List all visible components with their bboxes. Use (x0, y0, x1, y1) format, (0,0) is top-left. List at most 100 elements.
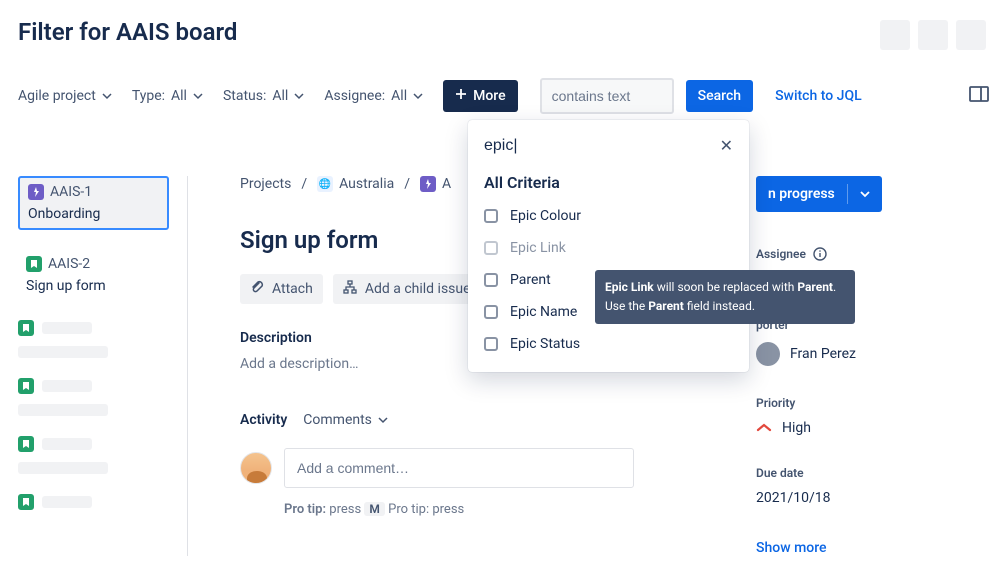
criteria-item-epic-colour[interactable]: Epic Colour (468, 200, 749, 232)
issue-key: AAIS-1 (50, 184, 92, 200)
status-filter[interactable]: Status: All (223, 88, 304, 104)
chevron-down-icon (294, 91, 304, 101)
type-filter-label: Type: (132, 88, 165, 104)
bookmark-icon (18, 320, 34, 336)
criteria-label: Epic Colour (510, 208, 581, 224)
status-dropdown[interactable]: n progress (756, 176, 882, 212)
criteria-label: Parent (510, 272, 551, 288)
assignee-filter-value: All (391, 88, 407, 104)
filter-bar: Agile project Type: All Status: All Assi… (18, 78, 990, 114)
comment-input[interactable] (284, 448, 634, 488)
checkbox-icon (484, 273, 498, 287)
type-filter-value: All (171, 88, 187, 104)
epic-link-tooltip: Epic Link will soon be replaced with Par… (595, 270, 855, 324)
project-filter[interactable]: Agile project (18, 88, 112, 104)
breadcrumb-issue-label: A (442, 176, 451, 192)
placeholder-line (18, 462, 108, 474)
status-filter-label: Status: (223, 88, 266, 104)
status-label: n progress (768, 186, 835, 202)
chevron-down-icon (860, 189, 870, 199)
assignee-filter-label: Assignee: (324, 88, 385, 104)
project-filter-label: Agile project (18, 88, 96, 104)
breadcrumb-issue[interactable]: A (420, 176, 451, 192)
bookmark-icon (18, 436, 34, 452)
placeholder-line (18, 404, 108, 416)
placeholder-line (42, 438, 92, 450)
breadcrumb-projects[interactable]: Projects (240, 176, 291, 192)
more-filter-button[interactable]: More (443, 80, 518, 112)
add-child-button[interactable]: Add a child issue (333, 274, 481, 304)
checkbox-icon (484, 305, 498, 319)
reporter-value[interactable]: Fran Perez (756, 342, 986, 366)
project-avatar-icon: 🌐 (317, 176, 333, 192)
tooltip-bold: Parent (797, 280, 833, 294)
breadcrumb-separator: / (301, 176, 307, 192)
tooltip-text: will soon be replaced with (654, 280, 798, 294)
criteria-item-epic-link[interactable]: Epic Link (468, 232, 749, 264)
criteria-item-epic-status[interactable]: Epic Status (468, 328, 749, 360)
criteria-label: Epic Link (510, 240, 566, 256)
priority-high-icon (756, 420, 772, 436)
sidebar-placeholder-item (18, 436, 169, 474)
more-criteria-dropdown: ✕ All Criteria Epic Colour Epic Link Par… (468, 120, 749, 372)
bookmark-icon (18, 494, 34, 510)
attach-label: Attach (272, 281, 313, 297)
add-child-label: Add a child issue (365, 281, 471, 297)
pro-tip: Pro tip: press M Pro tip: press (284, 502, 710, 517)
switch-to-jql-link[interactable]: Switch to JQL (775, 88, 862, 104)
sidebar-item-aais-2[interactable]: AAIS-2 Sign up form (18, 250, 169, 300)
divider (847, 184, 848, 204)
activity-label: Activity (240, 412, 287, 428)
priority-value[interactable]: High (756, 420, 986, 436)
tooltip-bold: Parent (648, 299, 684, 313)
placeholder-icon (880, 20, 910, 50)
attach-button[interactable]: Attach (240, 274, 323, 304)
checkbox-icon (484, 209, 498, 223)
due-date-value[interactable]: 2021/10/18 (756, 490, 986, 506)
priority-text: High (782, 420, 811, 436)
page-title: Filter for AAIS board (18, 18, 237, 46)
tree-icon (343, 280, 357, 298)
pro-tip-press: press (329, 502, 361, 517)
assignee-filter[interactable]: Assignee: All (324, 88, 423, 104)
tooltip-text: field instead. (684, 299, 755, 313)
header-actions-placeholder (880, 20, 986, 50)
pro-tip-prefix: Pro tip: (284, 502, 326, 517)
criteria-label: Epic Status (510, 336, 580, 352)
checkbox-icon (484, 337, 498, 351)
chevron-down-icon (413, 91, 423, 101)
placeholder-line (18, 346, 108, 358)
breadcrumb-parent[interactable]: 🌐 Australia (317, 176, 394, 192)
issue-list-sidebar: AAIS-1 Onboarding AAIS-2 Sign up form (18, 176, 188, 556)
story-icon (26, 256, 42, 272)
attachment-icon (250, 280, 264, 298)
close-icon[interactable]: ✕ (720, 136, 733, 155)
comment-composer (240, 448, 710, 488)
criteria-search-input[interactable] (484, 137, 704, 155)
search-button[interactable]: Search (686, 80, 753, 112)
comments-tab[interactable]: Comments (303, 412, 388, 428)
layout-toggle-icon[interactable] (968, 83, 990, 109)
bookmark-icon (18, 378, 34, 394)
activity-tabs: Activity Comments (240, 412, 710, 428)
reporter-name: Fran Perez (790, 346, 856, 362)
placeholder-line (42, 380, 92, 392)
sidebar-placeholder-item (18, 320, 169, 358)
more-filter-label: More (473, 88, 506, 104)
type-filter[interactable]: Type: All (132, 88, 203, 104)
breadcrumb-parent-label: Australia (339, 176, 394, 192)
issue-details-panel: n progress Assignee Eva Lion porter Fran… (756, 176, 986, 556)
plus-icon (455, 88, 467, 104)
placeholder-icon (956, 20, 986, 50)
contains-text-input[interactable] (540, 78, 674, 114)
due-date-text: 2021/10/18 (756, 490, 831, 506)
placeholder-line (42, 322, 92, 334)
sidebar-item-aais-1[interactable]: AAIS-1 Onboarding (18, 176, 169, 230)
breadcrumb-separator: / (404, 176, 410, 192)
info-icon[interactable] (812, 246, 828, 262)
criteria-label: Epic Name (510, 304, 577, 320)
placeholder-line (42, 496, 92, 508)
priority-label: Priority (756, 396, 986, 410)
show-more-link[interactable]: Show more (756, 540, 986, 556)
user-avatar-icon (756, 342, 780, 366)
